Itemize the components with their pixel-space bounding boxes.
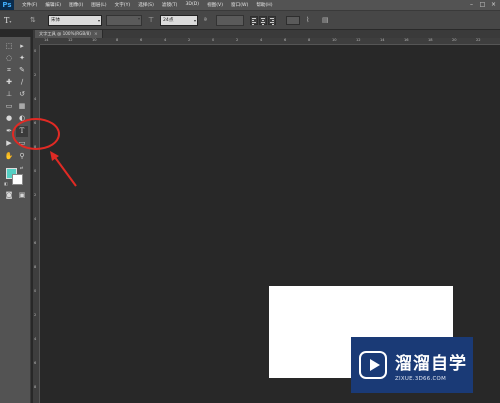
play-logo-icon: [359, 351, 387, 379]
watermark: 溜溜自学 ZIXUE.3D66.COM: [351, 337, 473, 393]
watermark-url: ZIXUE.3D66.COM: [395, 375, 447, 382]
watermark-text: 溜溜自学 ZIXUE.3D66.COM: [395, 349, 467, 382]
watermark-title: 溜溜自学: [395, 353, 467, 374]
